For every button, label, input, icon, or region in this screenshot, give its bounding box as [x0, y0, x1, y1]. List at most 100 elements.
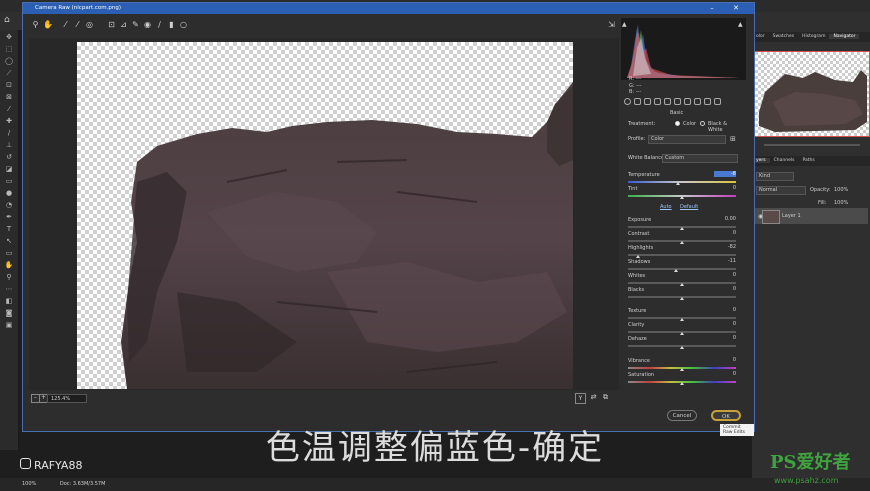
straighten-icon[interactable]: ⊿ [119, 20, 128, 29]
color-sampler-icon[interactable]: ⁄ [73, 20, 82, 29]
shape-tool-icon[interactable]: ▭ [3, 249, 15, 258]
healing-tool-icon[interactable]: ✚ [3, 117, 15, 126]
shadows-slider-thumb[interactable] [673, 269, 678, 272]
presets-icon[interactable] [704, 98, 711, 105]
opacity-value[interactable]: 100% [834, 187, 848, 193]
hsl-icon[interactable] [654, 98, 661, 105]
copy-settings-icon[interactable]: ⧉ [601, 393, 610, 402]
snapshots-icon[interactable] [714, 98, 721, 105]
shadows-slider[interactable] [628, 268, 736, 270]
dehaze-slider-thumb[interactable] [680, 346, 684, 349]
treatment-bw-radio[interactable] [700, 121, 705, 126]
contrast-slider-thumb[interactable] [680, 241, 684, 244]
targeted-adjust-icon[interactable]: ◎ [85, 20, 94, 29]
temperature-value-field[interactable]: -8 [714, 171, 736, 177]
crop-icon[interactable]: ⊡ [107, 20, 116, 29]
effects-icon[interactable] [684, 98, 691, 105]
frame-tool-icon[interactable]: ⊠ [3, 93, 15, 102]
layer-kind-filter[interactable]: Kind [756, 172, 794, 181]
saturation-slider-thumb[interactable] [680, 382, 684, 385]
navigator-preview[interactable] [754, 51, 870, 137]
tint-value-field[interactable]: 0 [714, 185, 736, 191]
before-after-icon[interactable]: Y [575, 393, 586, 404]
tab-paths[interactable]: Paths [798, 158, 818, 163]
lens-corrections-icon[interactable] [674, 98, 681, 105]
texture-value-field[interactable]: 0 [714, 307, 736, 313]
close-icon[interactable]: ✕ [725, 3, 747, 14]
pen-tool-icon[interactable]: ✒ [3, 213, 15, 222]
split-toning-icon[interactable] [664, 98, 671, 105]
type-tool-icon[interactable]: T [3, 225, 15, 234]
saturation-value-field[interactable]: 0 [714, 371, 736, 377]
profile-browser-icon[interactable]: ⊞ [730, 135, 739, 144]
texture-slider-thumb[interactable] [680, 318, 684, 321]
hand-tool-icon[interactable]: ✋ [3, 261, 15, 270]
shadows-value-field[interactable]: -11 [714, 258, 736, 264]
eyedropper-tool-icon[interactable]: ⁄ [3, 105, 15, 114]
marquee-tool-icon[interactable]: ⬚ [3, 45, 15, 54]
history-brush-icon[interactable]: ↺ [3, 153, 15, 162]
graduated-filter-icon[interactable]: ▮ [167, 20, 176, 29]
open-preferences-icon[interactable]: ⇲ [607, 20, 616, 29]
exposure-value-field[interactable]: 0.00 [714, 216, 736, 222]
default-link[interactable]: Default [680, 204, 698, 210]
blacks-slider-thumb[interactable] [680, 297, 684, 300]
dehaze-value-field[interactable]: 0 [714, 335, 736, 341]
quick-select-tool-icon[interactable]: ⟋ [3, 69, 15, 78]
layer-name[interactable]: Layer 1 [782, 213, 801, 219]
layer-row[interactable]: ◉ Layer 1 [754, 208, 868, 224]
tab-histogram[interactable]: Histogram [798, 34, 829, 39]
white-balance-select[interactable]: Custom [662, 154, 738, 163]
radial-filter-icon[interactable]: ○ [179, 20, 188, 29]
move-tool-icon[interactable]: ✥ [3, 33, 15, 42]
spot-removal-icon[interactable]: ✎ [131, 20, 140, 29]
blur-tool-icon[interactable]: ● [3, 189, 15, 198]
path-select-tool-icon[interactable]: ↖ [3, 237, 15, 246]
fill-value[interactable]: 100% [834, 200, 848, 206]
clarity-value-field[interactable]: 0 [714, 321, 736, 327]
basic-panel-icon[interactable] [624, 98, 631, 105]
brush-tool-icon[interactable]: ∕ [3, 129, 15, 138]
blend-mode-select[interactable]: Normal [756, 186, 806, 195]
whites-value-field[interactable]: 0 [714, 272, 736, 278]
tab-navigator[interactable]: Navigator [829, 34, 860, 39]
clarity-slider-thumb[interactable] [680, 332, 684, 335]
zoom-tool-icon[interactable]: ⚲ [3, 273, 15, 282]
color-swatch-icon[interactable]: ◧ [3, 297, 15, 306]
crop-tool-icon[interactable]: ⊡ [3, 81, 15, 90]
eraser-tool-icon[interactable]: ◪ [3, 165, 15, 174]
red-eye-icon[interactable]: ◉ [143, 20, 152, 29]
zoom-icon[interactable]: ⚲ [31, 20, 40, 29]
exposure-slider-thumb[interactable] [680, 227, 684, 230]
contrast-value-field[interactable]: 0 [714, 230, 736, 236]
shadow-clip-icon[interactable]: ▲ [622, 21, 627, 28]
vibrance-slider-thumb[interactable] [680, 368, 684, 371]
tab-channels[interactable]: Channels [770, 158, 799, 163]
lasso-tool-icon[interactable]: ◯ [3, 57, 15, 66]
stamp-tool-icon[interactable]: ⊥ [3, 141, 15, 150]
gradient-tool-icon[interactable]: ▭ [3, 177, 15, 186]
treatment-color-radio[interactable] [675, 121, 680, 126]
hand-icon[interactable]: ✋ [43, 20, 53, 29]
tab-swatches[interactable]: Swatches [769, 34, 799, 39]
highlights-slider-thumb[interactable] [635, 255, 640, 258]
zoom-level-field[interactable]: 125.4% [47, 394, 87, 403]
screen-mode-icon[interactable]: ▣ [3, 321, 15, 330]
adjustment-brush-icon[interactable]: ∕ [155, 20, 164, 29]
highlights-slider[interactable] [628, 254, 736, 256]
highlight-clip-icon[interactable]: ▲ [738, 21, 743, 28]
more-tools-icon[interactable]: ⋯ [3, 285, 15, 294]
highlights-value-field[interactable]: -82 [714, 244, 736, 250]
vibrance-value-field[interactable]: 0 [714, 357, 736, 363]
dodge-tool-icon[interactable]: ◔ [3, 201, 15, 210]
calibration-icon[interactable] [694, 98, 701, 105]
navigator-zoom-slider[interactable] [764, 144, 860, 146]
quick-mask-icon[interactable]: ◙ [3, 309, 15, 318]
detail-icon[interactable] [644, 98, 651, 105]
dialog-titlebar[interactable]: Camera Raw (nicpart.com.png) – ✕ [23, 3, 754, 14]
tone-curve-icon[interactable] [634, 98, 641, 105]
whites-slider-thumb[interactable] [680, 283, 684, 286]
profile-select[interactable]: Color [648, 135, 726, 144]
minimize-icon[interactable]: – [701, 3, 723, 14]
home-icon[interactable]: ⌂ [4, 15, 14, 25]
